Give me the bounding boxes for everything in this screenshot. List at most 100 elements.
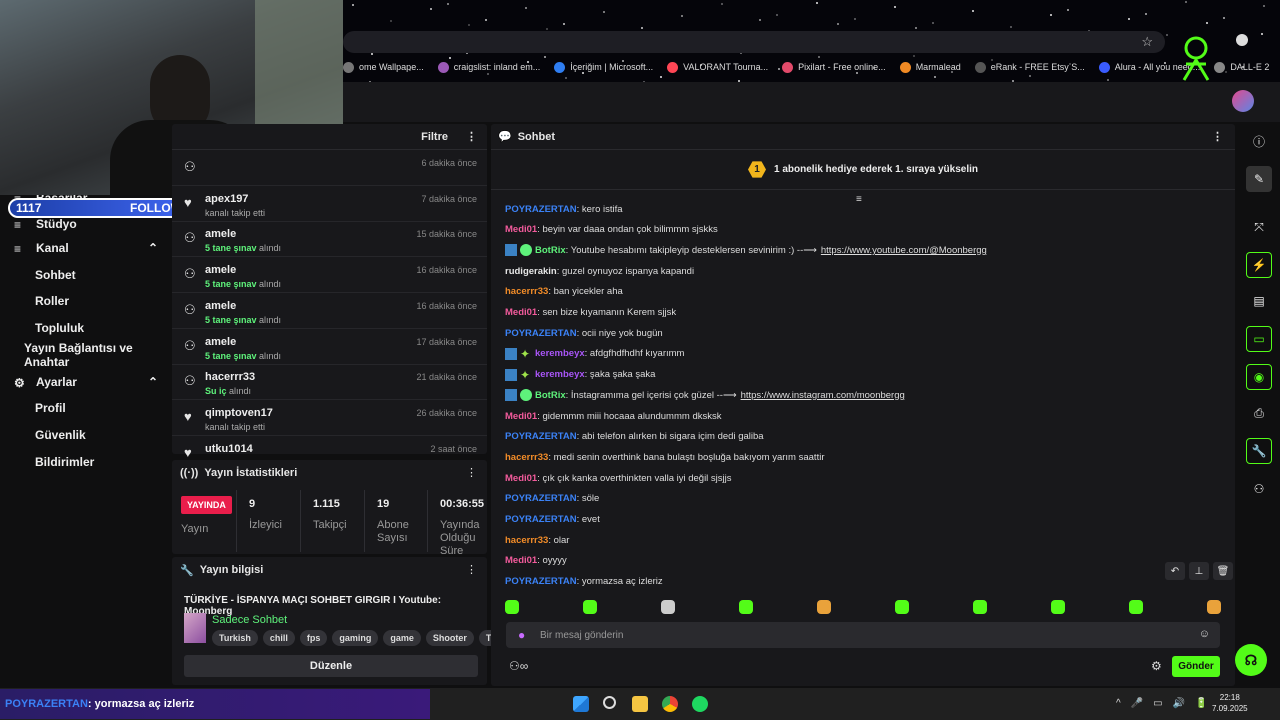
chevron-up-icon[interactable]: ⌃ [148,241,158,255]
info-icon[interactable]: ⓘ [1246,128,1272,154]
system-clock[interactable]: 22:18 7.09.2025 [1212,692,1248,714]
sidebar-item-ayarlar[interactable]: ⚙ Ayarlar ⌃ [0,369,172,395]
chevron-up-icon[interactable]: ⌃ [148,375,158,389]
emote-icon[interactable] [661,600,675,614]
emote-icon[interactable] [817,600,831,614]
chat-link[interactable]: https://www.youtube.com/@Moonbergg [821,245,987,256]
sidebar-item-bildirimler[interactable]: Bildirimler [0,449,172,475]
wrench-rail-icon[interactable]: 🔧 [1246,438,1272,464]
bookmark-item[interactable]: eRank - FREE Etsy S... [974,61,1085,73]
chat-username[interactable]: BotRix [535,245,566,256]
windows-start-icon[interactable] [573,696,589,712]
bookmark-star-icon[interactable]: ☆ [1141,34,1153,50]
printer-icon[interactable]: ⎙ [1246,400,1272,426]
activity-user[interactable]: hacerrr33 [205,371,255,383]
chat-username[interactable]: POYRAZERTAN [505,514,577,525]
chat-username[interactable]: hacerrr33 [505,452,548,463]
emote-icon[interactable] [1207,600,1221,614]
bookmark-item[interactable]: Marmalead [899,61,961,73]
points-icon[interactable]: ⚇ [1246,476,1272,502]
edit-button[interactable]: Düzenle [184,655,478,677]
bookmark-item[interactable]: İçeriğim | Microsoft... [554,61,653,73]
chat-username[interactable]: Medi01 [505,307,537,318]
sidebar-item-yay-n-ba-lant-s-ve-anahtar[interactable]: Yayın Bağlantısı ve Anahtar [0,341,172,369]
activity-user[interactable]: amele [205,264,236,276]
user-avatar[interactable] [1232,90,1254,112]
expand-icon[interactable]: ⤧ [1246,214,1272,240]
tag-chip[interactable]: Shooter [425,630,474,646]
chat-username[interactable]: hacerrr33 [505,286,548,297]
activity-user[interactable]: amele [205,336,236,348]
sidebar-item-sohbet[interactable]: Sohbet [0,262,172,288]
stream-category[interactable]: Sadece Sohbet [212,614,287,626]
tag-chip[interactable]: Turkish [212,630,258,646]
chat-username[interactable]: Medi01 [505,224,537,235]
sidebar-item-profil[interactable]: Profil [0,395,172,421]
sidebar-item-kanal[interactable]: ≡ Kanal ⌃ [0,235,172,261]
bolt-icon[interactable]: ⚡ [1246,252,1272,278]
chat-input[interactable]: ● Bir mesaj gönderin ☺ [506,622,1220,648]
bookmark-item[interactable]: Pixilart - Free online... [782,61,886,73]
support-icon[interactable]: ☊ [1235,644,1267,676]
stats-more-icon[interactable]: ⋮ [466,466,477,479]
address-bar[interactable]: ☆ [343,31,1165,53]
emoji-icon[interactable]: ☺ [1199,628,1210,640]
emote-icon[interactable] [973,600,987,614]
chat-points-icon[interactable]: ⚇∞ [509,659,528,673]
collapse-icon[interactable]: ≡ [856,194,862,205]
chat-username[interactable]: hacerrr33 [505,535,548,546]
tag-chip[interactable]: chill [262,630,295,646]
send-button[interactable]: Gönder [1172,656,1220,677]
tag-chip[interactable]: gaming [332,630,379,646]
chrome-icon[interactable] [662,696,678,712]
chat-link[interactable]: https://www.instagram.com/moonbergg [741,390,905,401]
bookmark-item[interactable]: VALORANT Tourna... [667,61,768,73]
emote-icon[interactable] [739,600,753,614]
edit-icon[interactable]: ✎ [1246,166,1272,192]
pin-icon[interactable]: ⊥ [1189,562,1209,580]
chat-icon[interactable]: ▭ [1246,326,1272,352]
tag-chip[interactable]: fps [299,630,328,646]
chat-username[interactable]: kerembeyx [535,369,585,380]
sidebar-item-topluluk[interactable]: Topluluk [0,315,172,341]
spotify-icon[interactable] [692,696,708,712]
chat-username[interactable]: POYRAZERTAN [505,204,577,215]
chat-settings-icon[interactable]: ⚙ [1151,659,1162,673]
chat-username[interactable]: rudigerakin [505,266,557,277]
emote-icon[interactable] [1051,600,1065,614]
mic-icon[interactable]: ● [518,628,525,642]
pinned-gift-banner[interactable]: 1 1 abonelik hediye ederek 1. sıraya yük… [491,150,1235,190]
broadcast-icon[interactable]: ◉ [1246,364,1272,390]
document-icon[interactable]: ▤ [1246,288,1272,314]
bookmark-item[interactable]: ome Wallpape... [343,61,424,73]
chat-username[interactable]: POYRAZERTAN [505,576,577,587]
chat-username[interactable]: kerembeyx [535,348,585,359]
chat-username[interactable]: Medi01 [505,555,537,566]
tag-chip[interactable]: game [383,630,421,646]
file-explorer-icon[interactable] [632,696,648,712]
emote-icon[interactable] [505,600,519,614]
delete-icon[interactable]: 🗑 [1213,562,1233,580]
activity-user[interactable]: amele [205,300,236,312]
activity-user[interactable]: apex197 [205,193,248,205]
chat-username[interactable]: POYRAZERTAN [505,328,577,339]
info-more-icon[interactable]: ⋮ [466,563,477,576]
activity-user[interactable]: qimptoven17 [205,407,273,419]
sidebar-item-roller[interactable]: Roller [0,288,172,314]
filter-button[interactable]: Filtre [421,131,448,143]
reply-icon[interactable]: ↶ [1165,562,1185,580]
bookmark-item[interactable]: craigslist: inland em... [437,61,540,73]
chat-username[interactable]: Medi01 [505,473,537,484]
emote-icon[interactable] [895,600,909,614]
chat-more-icon[interactable]: ⋮ [1212,130,1223,143]
activity-user[interactable]: amele [205,228,236,240]
emote-icon[interactable] [1129,600,1143,614]
chat-username[interactable]: POYRAZERTAN [505,493,577,504]
profile-icon[interactable] [1236,34,1248,46]
tray-icons[interactable]: ^🎤▭🔊🔋 [1116,698,1218,709]
chat-username[interactable]: POYRAZERTAN [505,431,577,442]
search-icon[interactable] [603,696,616,709]
more-options-icon[interactable]: ⋮ [466,130,477,143]
chat-username[interactable]: BotRix [535,390,566,401]
chat-username[interactable]: Medi01 [505,411,537,422]
